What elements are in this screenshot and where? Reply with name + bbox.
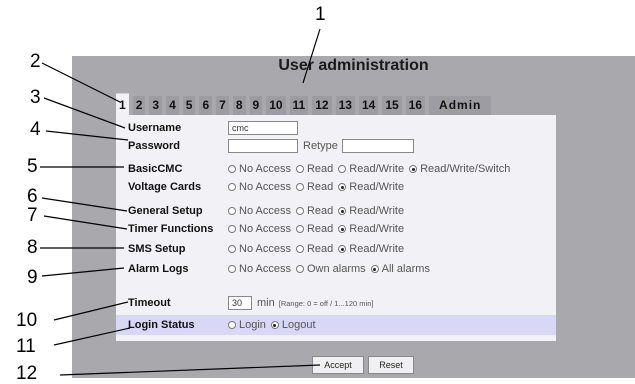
callout-1: 1 [315,4,326,25]
leader-7 [43,215,128,230]
leader-11 [53,327,131,346]
leader-9 [41,267,125,277]
callout-leaders [40,28,321,376]
leader-4 [45,130,129,141]
callout-9: 9 [27,267,38,288]
leader-6 [41,197,128,212]
leader-3 [43,97,126,129]
leader-12 [59,364,321,376]
callout-12: 12 [16,363,38,384]
callout-10: 10 [16,310,38,331]
leader-2 [41,62,121,103]
callout-4: 4 [30,119,41,140]
leader-10 [53,301,129,321]
callout-3: 3 [30,87,41,108]
leader-1 [302,28,321,84]
callout-5: 5 [27,156,38,177]
callout-7: 7 [27,205,38,226]
callout-2: 2 [30,51,41,72]
callout-8: 8 [27,237,38,258]
callout-6: 6 [27,186,38,207]
callout-11: 11 [16,336,36,357]
